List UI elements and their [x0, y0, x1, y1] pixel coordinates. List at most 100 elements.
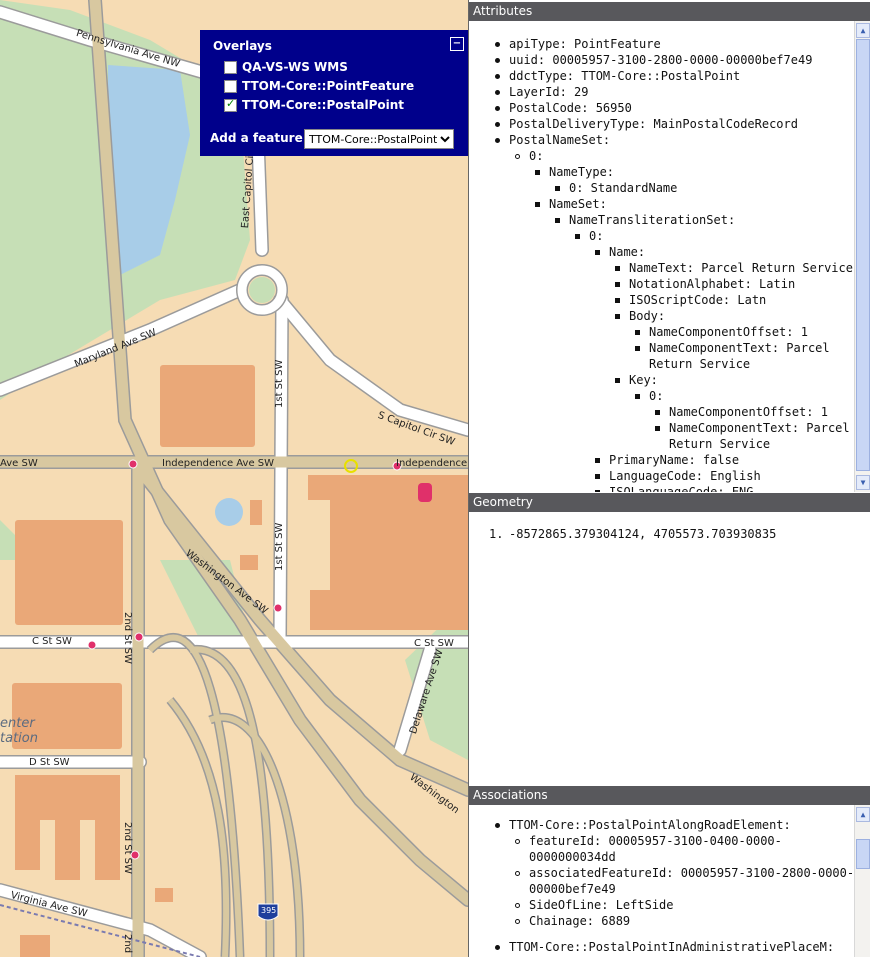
bullet-icon — [615, 282, 620, 287]
bullet-icon — [515, 903, 520, 908]
street-label: Ave SW — [0, 458, 38, 469]
attribute-item: NameComponentText: Parcel — [669, 421, 850, 435]
overlay-layer-postalpoint[interactable]: TTOM-Core::PostalPoint — [224, 97, 404, 113]
area-label: tation — [0, 731, 38, 746]
scroll-up-icon[interactable]: ▲ — [856, 807, 870, 822]
associations-panel[interactable]: ▲ TTOM-Core::PostalPointAlongRoadElement… — [469, 805, 870, 957]
bullet-icon — [535, 170, 540, 175]
bullet-icon — [615, 378, 620, 383]
scroll-thumb[interactable] — [856, 39, 870, 471]
checkbox-checked[interactable] — [224, 97, 237, 112]
bullet-icon — [495, 74, 500, 79]
bullet-icon — [495, 58, 500, 63]
attribute-item: PostalDeliveryType: MainPostalCodeRecord — [509, 117, 798, 131]
area-label: enter — [0, 716, 35, 731]
minimize-icon[interactable]: − — [450, 37, 464, 51]
street-label: D St SW — [29, 757, 70, 768]
attribute-item: ddctType: TTOM-Core::PostalPoint — [509, 69, 741, 83]
map-view[interactable]: Pennsylvania Ave NW Maryland Ave SW East… — [0, 0, 469, 957]
bullet-icon — [495, 122, 500, 127]
bullet-icon — [635, 346, 640, 351]
overlays-title: Overlays — [213, 39, 272, 53]
bullet-icon — [655, 426, 660, 431]
scroll-down-icon[interactable]: ▼ — [856, 475, 870, 490]
overlays-panel: Overlays − QA-VS-WS WMS TTOM-Core::Point… — [200, 30, 468, 156]
attributes-header: Attributes — [469, 2, 870, 21]
attribute-item: NameComponentOffset: 1 — [649, 325, 808, 339]
street-label: 1st St SW — [274, 522, 285, 571]
attributes-scrollbar[interactable]: ▲ ▼ — [854, 21, 870, 492]
bullet-icon — [595, 474, 600, 479]
association-item: featureId: 00005957-3100-0400-0000- — [529, 834, 782, 848]
associations-scrollbar[interactable]: ▲ — [854, 805, 870, 957]
attribute-item: Body: — [629, 309, 666, 323]
association-item: associatedFeatureId: 00005957-3100-2800-… — [529, 866, 855, 880]
attribute-item: 0: — [649, 389, 664, 403]
bullet-icon — [555, 186, 560, 191]
bullet-icon — [515, 839, 520, 844]
add-feature-select[interactable]: TTOM-Core::PostalPoint — [304, 129, 454, 149]
overlay-layer-qa-vs-ws[interactable]: QA-VS-WS WMS — [224, 59, 348, 75]
geometry-panel: 1. -8572865.379304124, 4705573.703930835 — [469, 512, 870, 786]
scroll-up-icon[interactable]: ▲ — [856, 23, 870, 38]
street-label: 1st St SW — [274, 359, 285, 408]
bullet-icon — [495, 90, 500, 95]
attribute-item: PrimaryName: false — [609, 453, 740, 467]
checkbox[interactable] — [224, 60, 237, 74]
geometry-item-number: 1. — [489, 527, 504, 541]
add-feature-label: Add a feature: — [210, 131, 308, 145]
association-item: Chainage: 6889 — [529, 914, 631, 928]
street-label: C St SW — [32, 636, 72, 647]
attribute-item: NameText: Parcel Return Service — [629, 261, 853, 275]
bullet-icon — [495, 106, 500, 111]
bullet-icon — [515, 154, 520, 159]
bullet-icon — [615, 266, 620, 271]
bullet-icon — [595, 250, 600, 255]
attribute-item: Return Service — [649, 357, 751, 371]
attribute-item: PostalCode: 56950 — [509, 101, 632, 115]
bullet-icon — [635, 394, 640, 399]
bullet-icon — [495, 945, 500, 950]
attribute-item: 0: — [529, 149, 544, 163]
attribute-item: 0: StandardName — [569, 181, 678, 195]
overlay-layer-label: TTOM-Core::PostalPoint — [242, 98, 405, 112]
association-item: 0000000034dd — [529, 850, 616, 864]
street-label: Independence — [396, 458, 468, 469]
attribute-item: uuid: 00005957-3100-2800-0000-00000bef7e… — [509, 53, 813, 67]
interstate-shield-label: 395 — [261, 906, 277, 915]
street-label: 2nd — [122, 934, 133, 954]
bullet-icon — [615, 314, 620, 319]
bullet-icon — [635, 330, 640, 335]
bullet-icon — [595, 458, 600, 463]
association-item: TTOM-Core::PostalPointInAdministrativePl… — [509, 940, 835, 954]
scroll-thumb[interactable] — [856, 839, 870, 869]
street-label: C St SW — [414, 638, 454, 649]
bullet-icon — [655, 410, 660, 415]
attribute-item: NameComponentText: Parcel — [649, 341, 830, 355]
bullet-icon — [575, 234, 580, 239]
attribute-item: Return Service — [669, 437, 771, 451]
bullet-icon — [515, 919, 520, 924]
association-item: 00000bef7e49 — [529, 882, 616, 896]
overlay-layer-label: QA-VS-WS WMS — [242, 60, 348, 74]
checkbox[interactable] — [224, 79, 237, 93]
bullet-icon — [495, 138, 500, 143]
attribute-item: NameSet: — [549, 197, 607, 211]
association-item: TTOM-Core::PostalPointAlongRoadElement: — [509, 818, 791, 832]
attribute-item: NotationAlphabet: Latin — [629, 277, 796, 291]
street-label: 2nd St SW — [122, 612, 133, 664]
attribute-item: LanguageCode: English — [609, 469, 761, 483]
street-label: 2nd St SW — [122, 822, 133, 874]
attributes-panel[interactable]: ▲ ▼ apiType: PointFeature uuid: 00005957-… — [469, 21, 870, 492]
attribute-item: ISOLanguageCode: ENG — [609, 485, 754, 492]
street-label: Independence Ave SW — [162, 458, 275, 469]
attribute-item: PostalNameSet: — [509, 133, 611, 147]
attribute-item: 0: — [589, 229, 604, 243]
bullet-icon — [495, 823, 500, 828]
attribute-item: Name: — [609, 245, 646, 259]
attribute-item: ISOScriptCode: Latn — [629, 293, 767, 307]
bullet-icon — [535, 202, 540, 207]
association-item: SideOfLine: LeftSide — [529, 898, 674, 912]
overlay-layer-pointfeature[interactable]: TTOM-Core::PointFeature — [224, 78, 414, 94]
overlay-layer-label: TTOM-Core::PointFeature — [242, 79, 415, 93]
